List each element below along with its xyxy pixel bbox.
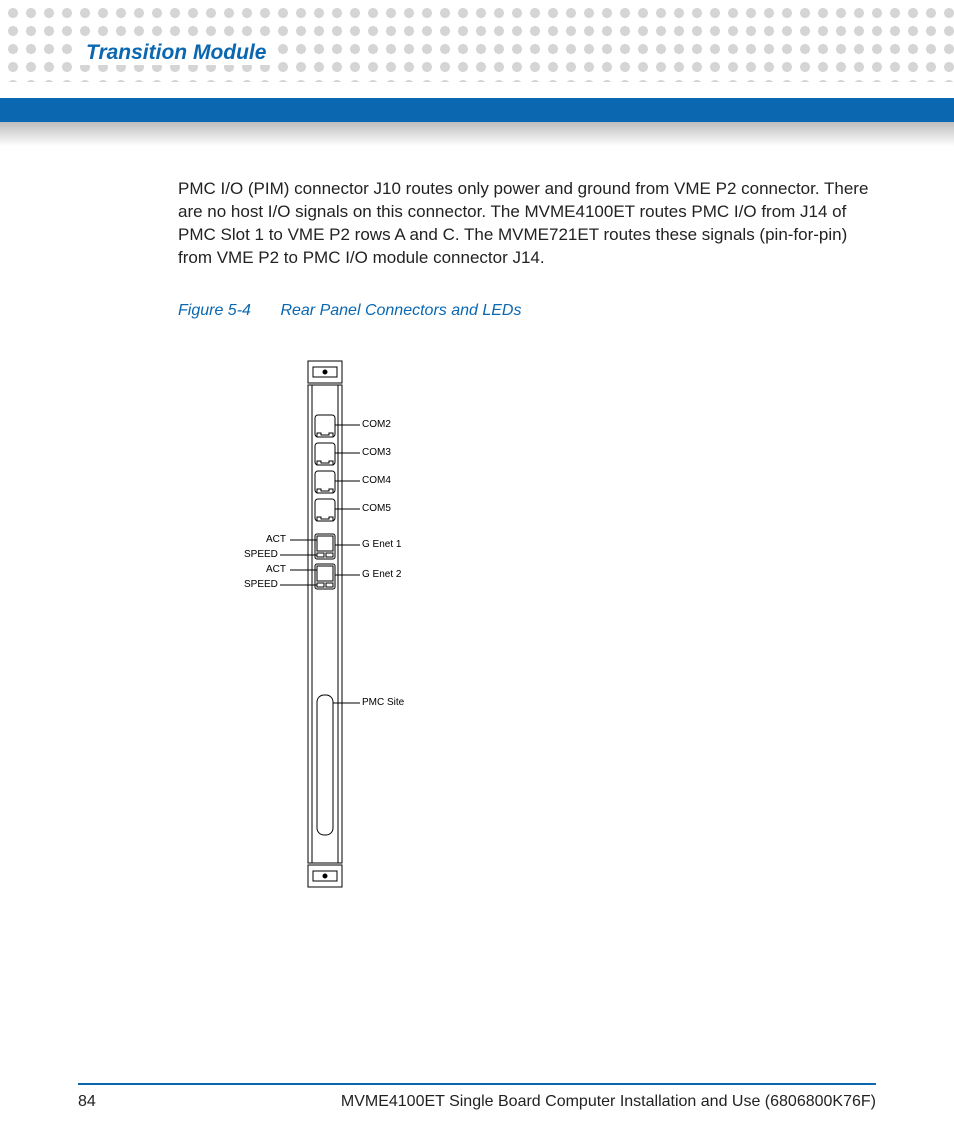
label-com3: COM3 — [362, 447, 391, 458]
header-shadow — [0, 122, 954, 146]
figure-number: Figure 5-4 — [178, 302, 276, 320]
panel-svg — [240, 355, 480, 915]
document-page: Transition Module PMC I/O (PIM) connecto… — [0, 0, 954, 1145]
label-speed2: SPEED — [244, 579, 278, 590]
body-paragraph: PMC I/O (PIM) connector J10 routes only … — [178, 178, 878, 270]
label-com4: COM4 — [362, 475, 391, 486]
label-genet2: G Enet 2 — [362, 569, 401, 580]
figure-caption: Figure 5-4 Rear Panel Connectors and LED… — [178, 302, 521, 320]
label-speed1: SPEED — [244, 549, 278, 560]
label-act1: ACT — [266, 534, 286, 545]
label-com2: COM2 — [362, 419, 391, 430]
figure-title: Rear Panel Connectors and LEDs — [280, 302, 521, 319]
label-genet1: G Enet 1 — [362, 539, 401, 550]
footer-rule — [78, 1083, 876, 1085]
figure-diagram: COM2 COM3 COM4 COM5 G Enet 1 G Enet 2 PM… — [240, 355, 480, 915]
section-title: Transition Module — [78, 41, 274, 65]
page-number: 84 — [78, 1093, 96, 1111]
footer-text: MVME4100ET Single Board Computer Install… — [341, 1093, 876, 1111]
header-bar — [0, 98, 954, 122]
label-com5: COM5 — [362, 503, 391, 514]
label-act2: ACT — [266, 564, 286, 575]
label-pmcsite: PMC Site — [362, 697, 404, 708]
